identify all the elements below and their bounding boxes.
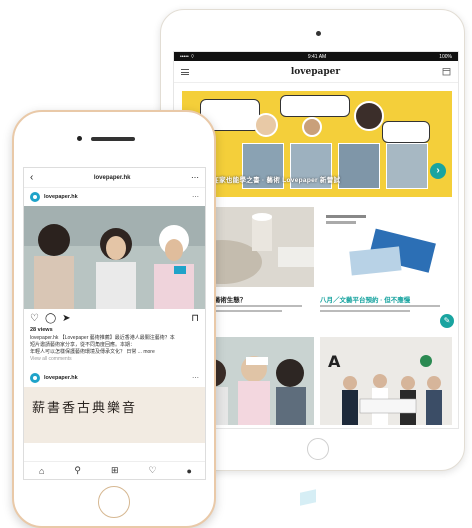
decorative-shape [300,489,316,506]
ig-header: ‹ lovepaper.hk ⋯ [24,168,205,188]
ig-profile-title: lovepaper.hk [93,174,131,181]
ig-post-video[interactable] [24,206,205,309]
calendar-icon[interactable] [442,67,451,76]
banner-title: 專題 · 在家也能學之書 · 藝術 Lovepaper 新嘗試 [192,177,341,184]
more-icon[interactable]: ⋯ [191,173,199,182]
ipad-camera [316,31,321,36]
article-thumbnail[interactable]: A [320,337,452,425]
status-time: 9:41 AM [307,53,327,60]
ig-account-name[interactable]: lovepaper.hk [44,375,188,381]
comment-icon[interactable]: ◯ [45,313,56,324]
send-icon[interactable]: ➤ [62,313,70,324]
home-icon[interactable]: ⌂ [39,466,44,476]
view-comments-link[interactable]: View all comments [30,356,199,363]
iphone-home-button[interactable] [98,486,130,518]
back-icon[interactable]: ‹ [30,172,33,183]
share-icon[interactable]: ✎ [440,314,454,328]
featured-banner[interactable]: 專題 · 在家也能學之書 · 藝術 Lovepaper 新嘗試 › [182,91,452,197]
group-photo-image: A [320,337,452,425]
heart-icon[interactable]: ♡ [148,465,156,476]
bookmark-icon[interactable]: ⊓ [191,313,199,324]
iphone-frame: ‹ lovepaper.hk ⋯ lovepaper.hk ⋯ ♡ ◯ ➤ ⊓ … [12,110,216,528]
ig-bottom-nav: ⌂ ⚲ ⊞ ♡ ● [24,461,205,479]
svg-text:A: A [328,352,341,371]
ipad-home-button[interactable] [307,438,329,460]
instagram-screen: ‹ lovepaper.hk ⋯ lovepaper.hk ⋯ ♡ ◯ ➤ ⊓ … [23,167,206,480]
status-signal: ••••• ⌔ [180,53,195,60]
ipad-nav-bar: lovepaper [174,61,458,83]
ig-action-bar: ♡ ◯ ➤ ⊓ [24,309,205,327]
avatar [302,117,322,137]
calligraphy-text: 薪書香古典樂音 [32,401,138,416]
avatar[interactable] [30,373,40,383]
article-excerpt-line [320,305,440,307]
ig-post-image[interactable]: 薪書香古典樂音 [24,387,205,443]
article-excerpt-line [320,310,410,312]
search-icon[interactable]: ⚲ [74,465,81,476]
site-logo[interactable]: lovepaper [291,67,340,77]
caption-line: 年輕人可以怎樣保護藝術環境及傳承文化？ 日常 ... more [30,349,155,355]
iphone-speaker [91,137,135,141]
more-icon[interactable]: ⋯ [192,193,199,201]
avatar[interactable] [30,192,40,202]
article-title[interactable]: 八月／文藝平台預約 · 但不應慢 [320,294,410,304]
caption-line: lovepaper.hk 【Lovepaper 藝術推薦】最近香港人最關注藝術？… [30,335,175,341]
video-frame-image [24,206,205,309]
ticket-image [320,207,452,287]
speech-bubble [280,95,350,117]
profile-icon[interactable]: ● [187,466,192,476]
more-icon[interactable]: ⋯ [192,374,199,382]
device-mockup-stage: ••••• ⌔ 9:41 AM 100% lovepaper 專題 · 在家也能… [0,0,472,528]
ig-post-header: lovepaper.hk ⋯ [24,369,205,387]
heart-icon[interactable]: ♡ [30,313,39,324]
article-thumbnail[interactable] [320,207,452,287]
avatar [254,113,278,137]
status-battery: 100% [439,53,452,60]
ig-post-header: lovepaper.hk ⋯ [24,188,205,206]
add-post-icon[interactable]: ⊞ [111,465,119,476]
caption-line: 短片邀請藝術家分享，從不同角度回應。本期： [30,342,136,348]
ipad-status-bar: ••••• ⌔ 9:41 AM 100% [174,52,458,61]
ig-caption: lovepaper.hk 【Lovepaper 藝術推薦】最近香港人最關注藝術？… [24,333,205,363]
ig-account-name[interactable]: lovepaper.hk [44,194,188,200]
chevron-right-icon[interactable]: › [430,163,446,179]
iphone-camera [77,136,82,141]
speech-bubble [382,121,430,143]
avatar [354,101,384,131]
menu-icon[interactable] [181,68,189,75]
